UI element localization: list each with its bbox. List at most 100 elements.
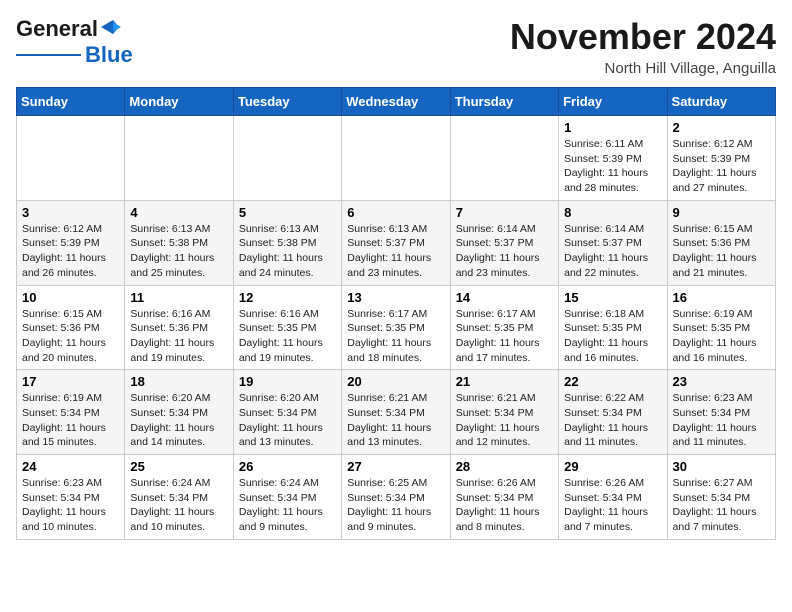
day-number: 13 bbox=[347, 290, 444, 305]
weekday-header-friday: Friday bbox=[559, 88, 667, 116]
day-number: 8 bbox=[564, 205, 661, 220]
calendar-cell: 9 Sunrise: 6:15 AM Sunset: 5:36 PM Daylig… bbox=[667, 200, 775, 285]
day-number: 9 bbox=[673, 205, 770, 220]
day-info: Sunrise: 6:21 AM Sunset: 5:34 PM Dayligh… bbox=[347, 391, 444, 450]
calendar-week-5: 24 Sunrise: 6:23 AM Sunset: 5:34 PM Dayli… bbox=[17, 455, 776, 540]
calendar-cell: 28 Sunrise: 6:26 AM Sunset: 5:34 PM Dayli… bbox=[450, 455, 558, 540]
logo-blue-text: Blue bbox=[85, 42, 133, 68]
day-number: 7 bbox=[456, 205, 553, 220]
day-info: Sunrise: 6:26 AM Sunset: 5:34 PM Dayligh… bbox=[456, 476, 553, 535]
weekday-header-saturday: Saturday bbox=[667, 88, 775, 116]
calendar-week-3: 10 Sunrise: 6:15 AM Sunset: 5:36 PM Dayli… bbox=[17, 285, 776, 370]
day-info: Sunrise: 6:23 AM Sunset: 5:34 PM Dayligh… bbox=[22, 476, 119, 535]
calendar-cell: 7 Sunrise: 6:14 AM Sunset: 5:37 PM Daylig… bbox=[450, 200, 558, 285]
calendar-week-2: 3 Sunrise: 6:12 AM Sunset: 5:39 PM Daylig… bbox=[17, 200, 776, 285]
calendar-week-1: 1 Sunrise: 6:11 AM Sunset: 5:39 PM Daylig… bbox=[17, 116, 776, 201]
calendar-cell: 19Sunrise: 6:20 AM Sunset: 5:34 PM Dayli… bbox=[233, 370, 341, 455]
day-number: 1 bbox=[564, 120, 661, 135]
calendar-cell: 18 Sunrise: 6:20 AM Sunset: 5:34 PM Dayli… bbox=[125, 370, 233, 455]
month-title: November 2024 bbox=[510, 16, 776, 58]
weekday-header-thursday: Thursday bbox=[450, 88, 558, 116]
day-number: 6 bbox=[347, 205, 444, 220]
calendar-cell: 24 Sunrise: 6:23 AM Sunset: 5:34 PM Dayli… bbox=[17, 455, 125, 540]
calendar-cell: 2 Sunrise: 6:12 AM Sunset: 5:39 PM Daylig… bbox=[667, 116, 775, 201]
day-info: Sunrise: 6:26 AM Sunset: 5:34 PM Dayligh… bbox=[564, 476, 661, 535]
calendar-cell: 17 Sunrise: 6:19 AM Sunset: 5:34 PM Dayli… bbox=[17, 370, 125, 455]
calendar-cell: 5Sunrise: 6:13 AM Sunset: 5:38 PM Daylig… bbox=[233, 200, 341, 285]
day-number: 3 bbox=[22, 205, 119, 220]
title-block: November 2024 North Hill Village, Anguil… bbox=[510, 16, 776, 77]
calendar-cell: 6Sunrise: 6:13 AM Sunset: 5:37 PM Daylig… bbox=[342, 200, 450, 285]
day-number: 17 bbox=[22, 374, 119, 389]
day-info: Sunrise: 6:19 AM Sunset: 5:34 PM Dayligh… bbox=[22, 391, 119, 450]
day-number: 19 bbox=[239, 374, 336, 389]
day-number: 18 bbox=[130, 374, 227, 389]
calendar-cell bbox=[125, 116, 233, 201]
calendar-cell: 13Sunrise: 6:17 AM Sunset: 5:35 PM Dayli… bbox=[342, 285, 450, 370]
calendar-cell: 22 Sunrise: 6:22 AM Sunset: 5:34 PM Dayli… bbox=[559, 370, 667, 455]
calendar-cell: 4Sunrise: 6:13 AM Sunset: 5:38 PM Daylig… bbox=[125, 200, 233, 285]
day-info: Sunrise: 6:17 AM Sunset: 5:35 PM Dayligh… bbox=[456, 307, 553, 366]
day-number: 11 bbox=[130, 290, 227, 305]
day-info: Sunrise: 6:20 AM Sunset: 5:34 PM Dayligh… bbox=[130, 391, 227, 450]
day-info: Sunrise: 6:18 AM Sunset: 5:35 PM Dayligh… bbox=[564, 307, 661, 366]
weekday-header-monday: Monday bbox=[125, 88, 233, 116]
calendar-cell: 10 Sunrise: 6:15 AM Sunset: 5:36 PM Dayli… bbox=[17, 285, 125, 370]
calendar-cell bbox=[450, 116, 558, 201]
page-header: General Blue November 2024 North Hill Vi… bbox=[16, 16, 776, 77]
day-number: 21 bbox=[456, 374, 553, 389]
calendar-cell: 27Sunrise: 6:25 AM Sunset: 5:34 PM Dayli… bbox=[342, 455, 450, 540]
calendar-cell: 23Sunrise: 6:23 AM Sunset: 5:34 PM Dayli… bbox=[667, 370, 775, 455]
day-number: 22 bbox=[564, 374, 661, 389]
calendar-header-row: SundayMondayTuesdayWednesdayThursdayFrid… bbox=[17, 88, 776, 116]
calendar-cell: 29 Sunrise: 6:26 AM Sunset: 5:34 PM Dayli… bbox=[559, 455, 667, 540]
logo-bird-icon bbox=[99, 18, 121, 36]
calendar-cell: 3 Sunrise: 6:12 AM Sunset: 5:39 PM Daylig… bbox=[17, 200, 125, 285]
calendar-week-4: 17 Sunrise: 6:19 AM Sunset: 5:34 PM Dayli… bbox=[17, 370, 776, 455]
weekday-header-wednesday: Wednesday bbox=[342, 88, 450, 116]
day-info: Sunrise: 6:22 AM Sunset: 5:34 PM Dayligh… bbox=[564, 391, 661, 450]
day-info: Sunrise: 6:12 AM Sunset: 5:39 PM Dayligh… bbox=[673, 137, 770, 196]
day-number: 16 bbox=[673, 290, 770, 305]
calendar-cell bbox=[342, 116, 450, 201]
day-number: 28 bbox=[456, 459, 553, 474]
day-number: 14 bbox=[456, 290, 553, 305]
weekday-header-tuesday: Tuesday bbox=[233, 88, 341, 116]
day-number: 29 bbox=[564, 459, 661, 474]
calendar-cell: 11Sunrise: 6:16 AM Sunset: 5:36 PM Dayli… bbox=[125, 285, 233, 370]
day-info: Sunrise: 6:14 AM Sunset: 5:37 PM Dayligh… bbox=[456, 222, 553, 281]
day-number: 12 bbox=[239, 290, 336, 305]
calendar-cell: 12 Sunrise: 6:16 AM Sunset: 5:35 PM Dayli… bbox=[233, 285, 341, 370]
calendar-cell: 1 Sunrise: 6:11 AM Sunset: 5:39 PM Daylig… bbox=[559, 116, 667, 201]
calendar-table: SundayMondayTuesdayWednesdayThursdayFrid… bbox=[16, 87, 776, 540]
day-number: 25 bbox=[130, 459, 227, 474]
day-info: Sunrise: 6:27 AM Sunset: 5:34 PM Dayligh… bbox=[673, 476, 770, 535]
day-number: 5 bbox=[239, 205, 336, 220]
calendar-cell: 30 Sunrise: 6:27 AM Sunset: 5:34 PM Dayli… bbox=[667, 455, 775, 540]
day-number: 2 bbox=[673, 120, 770, 135]
day-info: Sunrise: 6:11 AM Sunset: 5:39 PM Dayligh… bbox=[564, 137, 661, 196]
day-number: 23 bbox=[673, 374, 770, 389]
day-number: 27 bbox=[347, 459, 444, 474]
day-number: 24 bbox=[22, 459, 119, 474]
day-info: Sunrise: 6:24 AM Sunset: 5:34 PM Dayligh… bbox=[239, 476, 336, 535]
day-info: Sunrise: 6:16 AM Sunset: 5:35 PM Dayligh… bbox=[239, 307, 336, 366]
calendar-cell: 8 Sunrise: 6:14 AM Sunset: 5:37 PM Daylig… bbox=[559, 200, 667, 285]
calendar-cell: 14 Sunrise: 6:17 AM Sunset: 5:35 PM Dayli… bbox=[450, 285, 558, 370]
day-info: Sunrise: 6:15 AM Sunset: 5:36 PM Dayligh… bbox=[673, 222, 770, 281]
day-number: 30 bbox=[673, 459, 770, 474]
location-title: North Hill Village, Anguilla bbox=[510, 60, 776, 77]
calendar-cell: 16Sunrise: 6:19 AM Sunset: 5:35 PM Dayli… bbox=[667, 285, 775, 370]
calendar-cell: 20 Sunrise: 6:21 AM Sunset: 5:34 PM Dayli… bbox=[342, 370, 450, 455]
calendar-cell: 25Sunrise: 6:24 AM Sunset: 5:34 PM Dayli… bbox=[125, 455, 233, 540]
day-info: Sunrise: 6:14 AM Sunset: 5:37 PM Dayligh… bbox=[564, 222, 661, 281]
calendar-cell: 26Sunrise: 6:24 AM Sunset: 5:34 PM Dayli… bbox=[233, 455, 341, 540]
day-number: 10 bbox=[22, 290, 119, 305]
calendar-cell bbox=[17, 116, 125, 201]
calendar-cell bbox=[233, 116, 341, 201]
calendar-cell: 21Sunrise: 6:21 AM Sunset: 5:34 PM Dayli… bbox=[450, 370, 558, 455]
day-info: Sunrise: 6:15 AM Sunset: 5:36 PM Dayligh… bbox=[22, 307, 119, 366]
day-number: 20 bbox=[347, 374, 444, 389]
calendar-cell: 15Sunrise: 6:18 AM Sunset: 5:35 PM Dayli… bbox=[559, 285, 667, 370]
day-info: Sunrise: 6:12 AM Sunset: 5:39 PM Dayligh… bbox=[22, 222, 119, 281]
